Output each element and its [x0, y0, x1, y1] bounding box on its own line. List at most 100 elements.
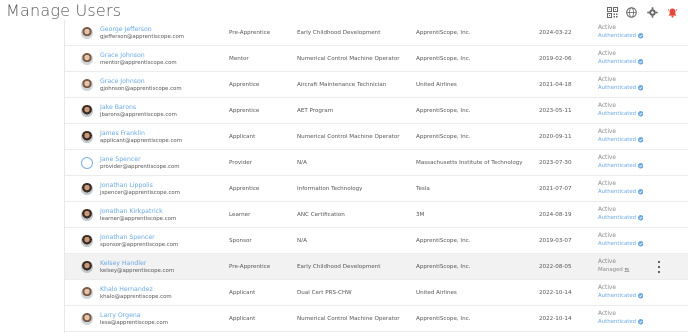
alarm-bell-icon[interactable] — [666, 6, 679, 19]
user-date: 2024-08-19 — [539, 212, 572, 218]
user-email: kelsey@apprentiscope.com — [100, 268, 175, 274]
table-row[interactable]: Khalo Hernandez khalo@apprentiscope.com … — [65, 280, 688, 306]
user-name-link[interactable]: Jane Spencer — [100, 156, 141, 163]
user-name-link[interactable]: Jonathan Spencer — [100, 234, 155, 241]
table-row[interactable]: Grace Johnson mentor@apprentiscope.com M… — [65, 46, 688, 72]
table-row[interactable]: Kelsey Handler kelsey@apprentiscope.com … — [65, 254, 688, 280]
auth-status: Authenticated — [598, 319, 644, 325]
user-role: Sponsor — [229, 238, 252, 244]
user-name-link[interactable]: Jonathan Kirkpatrick — [100, 208, 163, 215]
user-role: Learner — [229, 212, 251, 218]
table-row[interactable]: Jonathan Spencer sponsor@apprentiscope.c… — [65, 228, 688, 254]
user-email: mentor@apprentiscope.com — [100, 60, 177, 66]
user-date: 2024-03-22 — [539, 30, 572, 36]
user-email: khalo@apprentiscope.com — [100, 294, 172, 300]
verified-check-icon — [637, 319, 644, 325]
avatar — [81, 131, 93, 143]
user-name-link[interactable]: Jake Barons — [100, 104, 136, 111]
user-organization: Tesla — [416, 186, 430, 192]
user-occupation: N/A — [297, 160, 307, 166]
users-table: George Jefferson gjefferson@apprentiscop… — [64, 20, 688, 333]
row-actions-menu-icon[interactable] — [656, 261, 662, 273]
verified-check-icon — [637, 59, 644, 65]
status-text: Active — [598, 25, 616, 31]
user-occupation: Information Technology — [297, 186, 363, 192]
status-text: Active — [598, 285, 616, 291]
user-role: Apprentice — [229, 108, 260, 114]
user-role: Apprentice — [229, 82, 260, 88]
table-row[interactable]: James Franklin applicant@apprentiscope.c… — [65, 124, 688, 150]
user-occupation: AET Program — [297, 108, 334, 114]
user-email: learner@apprentiscope.com — [100, 216, 177, 222]
status-text: Active — [598, 311, 616, 317]
verified-check-icon — [637, 241, 644, 247]
status-text: Active — [598, 155, 616, 161]
avatar — [81, 209, 93, 221]
user-name-link[interactable]: Kelsey Handler — [100, 260, 146, 267]
verified-check-icon — [637, 85, 644, 91]
auth-label: Authenticated — [598, 241, 637, 247]
user-occupation: Numerical Control Machine Operator — [297, 316, 400, 322]
verified-check-icon — [637, 189, 644, 195]
user-occupation: ANC Certification — [297, 212, 345, 218]
auth-label: Authenticated — [598, 319, 637, 325]
auth-label: Authenticated — [598, 33, 637, 39]
user-organization: ApprentiScope, Inc. — [416, 134, 471, 140]
table-row[interactable]: George Jefferson gjefferson@apprentiscop… — [65, 20, 688, 46]
status-text: Active — [598, 129, 616, 135]
user-email: gjefferson@apprentiscope.com — [100, 34, 185, 40]
avatar — [81, 183, 93, 195]
verified-check-icon — [637, 163, 644, 169]
user-role: Applicant — [229, 316, 256, 322]
table-row[interactable]: Jonathan Lippolis jspencer@apprentiscope… — [65, 176, 688, 202]
user-organization: ApprentiScope, Inc. — [416, 238, 471, 244]
user-date: 2023-05-11 — [539, 108, 572, 114]
avatar — [81, 157, 93, 169]
auth-status: Authenticated — [598, 293, 644, 299]
auth-status: Authenticated — [598, 111, 644, 117]
user-role: Mentor — [229, 56, 249, 62]
avatar — [81, 27, 93, 39]
table-row[interactable]: Jonathan Kirkpatrick learner@apprentisco… — [65, 202, 688, 228]
user-organization: ApprentiScope, Inc. — [416, 264, 471, 270]
user-name-link[interactable]: James Franklin — [100, 130, 145, 137]
user-name-link[interactable]: Khalo Hernandez — [100, 286, 153, 293]
user-organization: ApprentiScope, Inc. — [416, 316, 471, 322]
table-row[interactable]: Jane Spencer provider@apprentiscope.com … — [65, 150, 688, 176]
user-email: provider@apprentiscope.com — [100, 164, 180, 170]
qr-code-icon[interactable] — [606, 6, 619, 19]
verified-check-icon — [637, 33, 644, 39]
user-role: Pre-Apprentice — [229, 264, 271, 270]
user-name-link[interactable]: Larry Orgena — [100, 312, 141, 319]
auth-status: Authenticated — [598, 215, 644, 221]
auth-status: Authenticated — [598, 59, 644, 65]
auth-label: Authenticated — [598, 137, 637, 143]
status-text: Active — [598, 207, 616, 213]
user-date: 2019-02-06 — [539, 56, 572, 62]
auth-label: Authenticated — [598, 163, 637, 169]
avatar — [81, 261, 93, 273]
auth-status: Authenticated — [598, 189, 644, 195]
user-email: applicant@apprentiscope.com — [100, 138, 182, 144]
user-name-link[interactable]: Grace Johnson — [100, 52, 145, 59]
auth-label: Authenticated — [598, 189, 637, 195]
user-date: 2019-03-07 — [539, 238, 572, 244]
avatar — [81, 105, 93, 117]
user-organization: United Airlines — [416, 290, 457, 296]
verified-check-icon — [637, 111, 644, 117]
gear-icon[interactable] — [646, 6, 659, 19]
user-name-link[interactable]: Jonathan Lippolis — [100, 182, 153, 189]
auth-status: Authenticated — [598, 33, 644, 39]
globe-icon[interactable] — [625, 6, 638, 19]
managed-users-icon — [624, 268, 630, 273]
user-email: jbarons@apprentiscope.com — [100, 112, 177, 118]
table-row[interactable]: Larry Orgena lesa@apprentiscope.com Appl… — [65, 306, 688, 332]
table-row[interactable]: Jake Barons jbarons@apprentiscope.com Ap… — [65, 98, 688, 124]
user-name-link[interactable]: Grace Johnson — [100, 78, 145, 85]
user-name-link[interactable]: George Jefferson — [100, 26, 152, 33]
user-occupation: Early Childhood Development — [297, 30, 381, 36]
user-organization: ApprentiScope, Inc. — [416, 108, 471, 114]
verified-check-icon — [637, 293, 644, 299]
user-role: Applicant — [229, 290, 256, 296]
table-row[interactable]: Grace Johnson gjohnson@apprentiscope.com… — [65, 72, 688, 98]
